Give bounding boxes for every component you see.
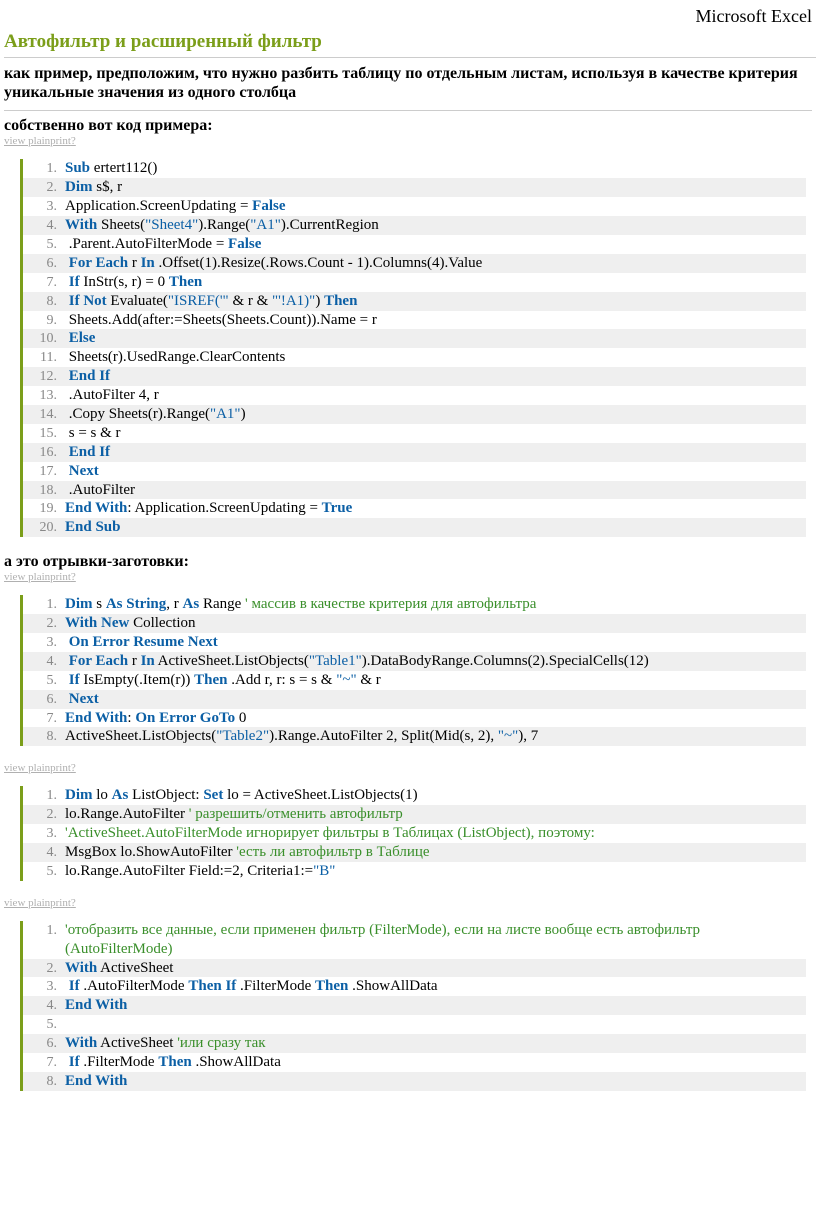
- code-line: End If: [23, 367, 806, 386]
- code-line: If Not Evaluate("ISREF('" & r & "'!A1)")…: [23, 292, 806, 311]
- help-link[interactable]: ?: [71, 897, 76, 909]
- help-link[interactable]: ?: [71, 762, 76, 774]
- code-line: .AutoFilter 4, r: [23, 386, 806, 405]
- print-link[interactable]: print: [50, 135, 71, 147]
- code-line: ActiveSheet.ListObjects("Table2").Range.…: [23, 727, 806, 746]
- code-line: End With: On Error GoTo 0: [23, 709, 806, 728]
- code-line: lo.Range.AutoFilter ' разрешить/отменить…: [23, 805, 806, 824]
- code-line: End If: [23, 443, 806, 462]
- code-line: [23, 1015, 806, 1034]
- code-toolbar: view plainprint?: [4, 897, 816, 909]
- view-plain-link[interactable]: view plain: [4, 762, 50, 774]
- print-link[interactable]: print: [50, 762, 71, 774]
- print-link[interactable]: print: [50, 571, 71, 583]
- code-line: Sheets.Add(after:=Sheets(Sheets.Count)).…: [23, 311, 806, 330]
- view-plain-link[interactable]: view plain: [4, 135, 50, 147]
- code-line: End With: Application.ScreenUpdating = T…: [23, 499, 806, 518]
- code-line: 'ActiveSheet.AutoFilterMode игнорирует ф…: [23, 824, 806, 843]
- code-block-4: 'отобразить все данные, если применен фи…: [20, 921, 806, 1091]
- code-line: Else: [23, 329, 806, 348]
- code-toolbar: view plainprint?: [4, 571, 816, 583]
- code-line: 'отобразить все данные, если применен фи…: [23, 921, 806, 959]
- code-line: End With: [23, 1072, 806, 1091]
- code-line: With ActiveSheet: [23, 959, 806, 978]
- print-link[interactable]: print: [50, 897, 71, 909]
- code-line: For Each r In ActiveSheet.ListObjects("T…: [23, 652, 806, 671]
- code-line: Sub ertert112(): [23, 159, 806, 178]
- code-toolbar: view plainprint?: [4, 135, 816, 147]
- view-plain-link[interactable]: view plain: [4, 571, 50, 583]
- code-line: Dim s As String, r As Range ' массив в к…: [23, 595, 806, 614]
- help-link[interactable]: ?: [71, 135, 76, 147]
- code-line: If IsEmpty(.Item(r)) Then .Add r, r: s =…: [23, 671, 806, 690]
- code-line: If .AutoFilterMode Then If .FilterMode T…: [23, 977, 806, 996]
- code-toolbar: view plainprint?: [4, 762, 816, 774]
- subhead-1: собственно вот код примера:: [4, 117, 812, 135]
- code-line: Next: [23, 690, 806, 709]
- code-line: Next: [23, 462, 806, 481]
- view-plain-link[interactable]: view plain: [4, 897, 50, 909]
- code-line: lo.Range.AutoFilter Field:=2, Criteria1:…: [23, 862, 806, 881]
- code-line: End With: [23, 996, 806, 1015]
- page-title: Автофильтр и расширенный фильтр: [4, 31, 816, 58]
- code-line: Dim s$, r: [23, 178, 806, 197]
- code-line: s = s & r: [23, 424, 806, 443]
- code-line: If InStr(s, r) = 0 Then: [23, 273, 806, 292]
- code-line: Sheets(r).UsedRange.ClearContents: [23, 348, 806, 367]
- app-name: Microsoft Excel: [0, 0, 816, 29]
- code-line: If .FilterMode Then .ShowAllData: [23, 1053, 806, 1072]
- code-line: .Copy Sheets(r).Range("A1"): [23, 405, 806, 424]
- subhead-2: а это отрывки-заготовки:: [4, 553, 812, 571]
- code-line: On Error Resume Next: [23, 633, 806, 652]
- code-line: End Sub: [23, 518, 806, 537]
- code-line: .Parent.AutoFilterMode = False: [23, 235, 806, 254]
- code-line: With Sheets("Sheet4").Range("A1").Curren…: [23, 216, 806, 235]
- code-block-3: Dim lo As ListObject: Set lo = ActiveShe…: [20, 786, 806, 880]
- code-block-1: Sub ertert112()Dim s$, rApplication.Scre…: [20, 159, 806, 537]
- code-line: .AutoFilter: [23, 481, 806, 500]
- intro-text: как пример, предположим, что нужно разби…: [4, 64, 812, 111]
- code-block-2: Dim s As String, r As Range ' массив в к…: [20, 595, 806, 746]
- code-line: Dim lo As ListObject: Set lo = ActiveShe…: [23, 786, 806, 805]
- code-line: Application.ScreenUpdating = False: [23, 197, 806, 216]
- code-line: For Each r In .Offset(1).Resize(.Rows.Co…: [23, 254, 806, 273]
- code-line: With ActiveSheet 'или сразу так: [23, 1034, 806, 1053]
- help-link[interactable]: ?: [71, 571, 76, 583]
- code-line: With New Collection: [23, 614, 806, 633]
- code-line: MsgBox lo.ShowAutoFilter 'есть ли автофи…: [23, 843, 806, 862]
